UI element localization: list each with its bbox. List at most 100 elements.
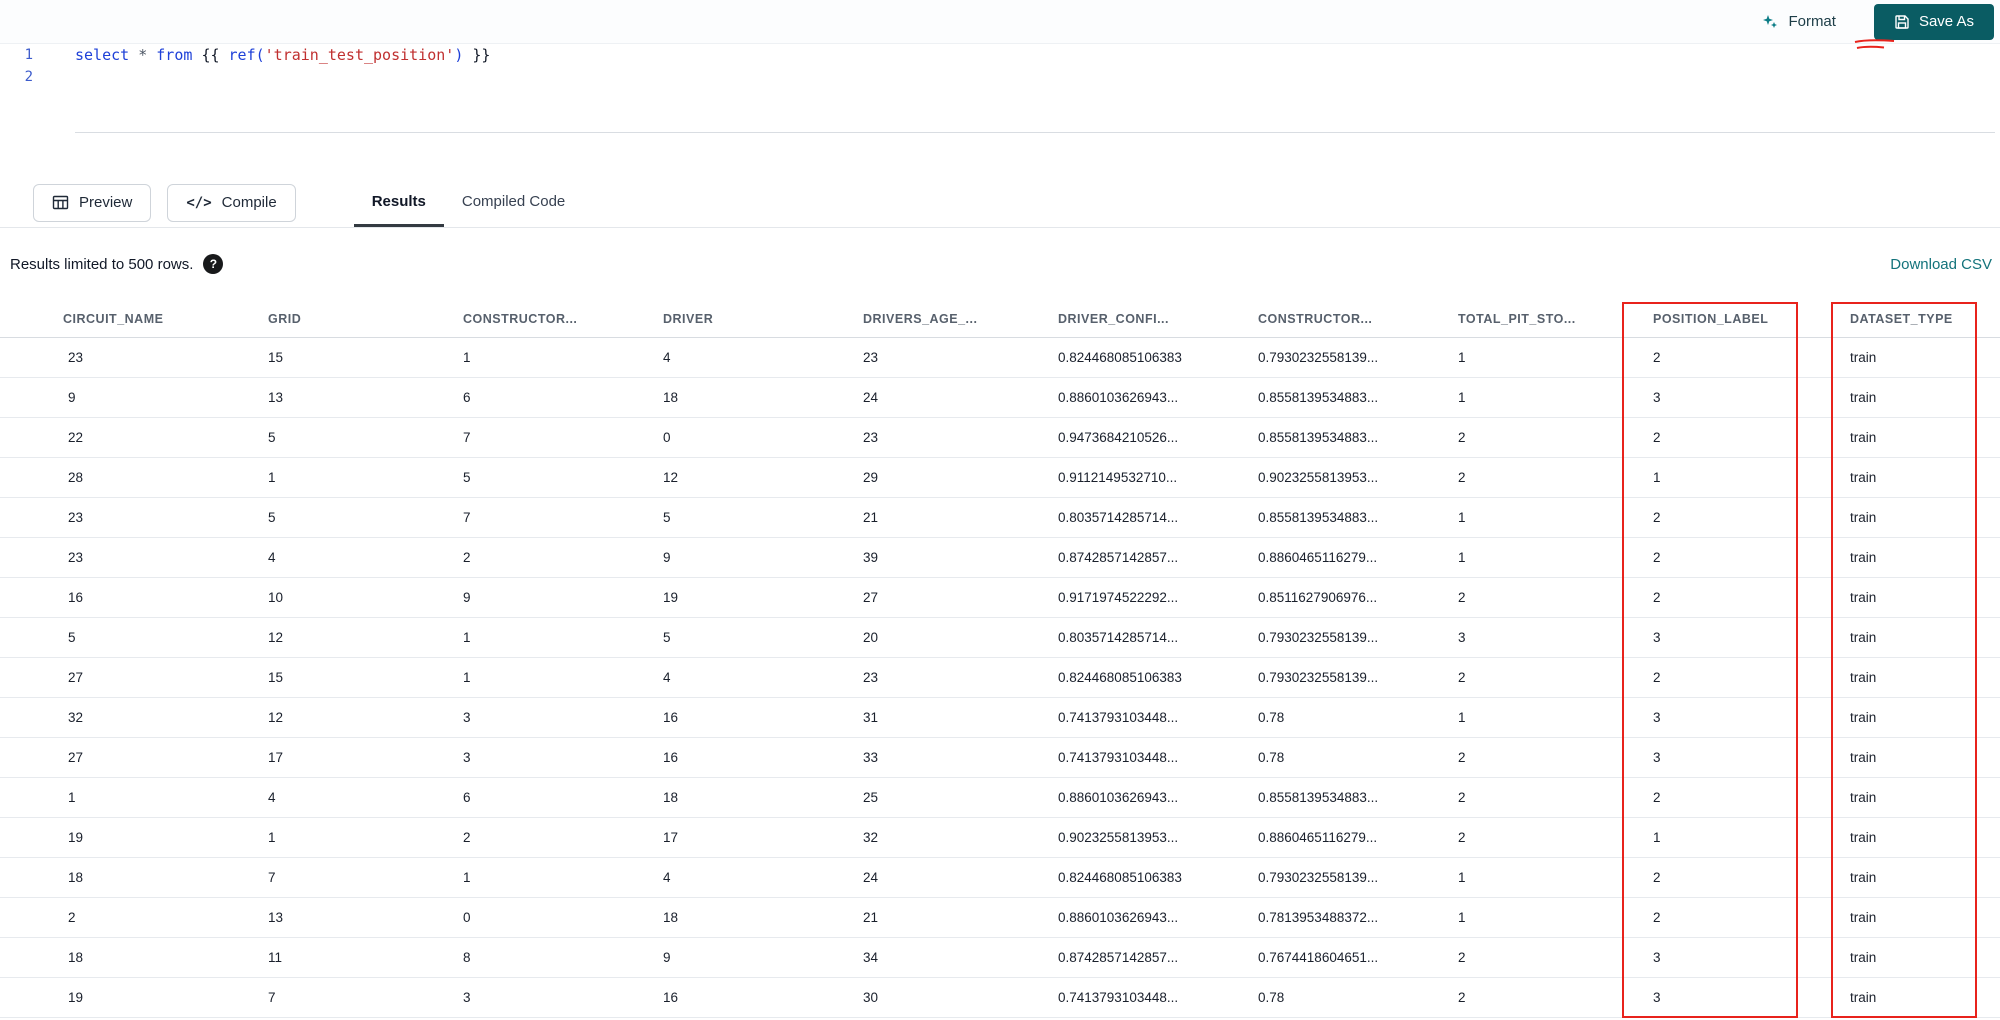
table-cell: 5	[68, 630, 76, 645]
table-cell: 19	[68, 990, 84, 1005]
table-cell: 0.78	[1258, 990, 1285, 1005]
table-cell: 19	[663, 590, 679, 605]
table-row: 23 5 7 5 21 0.8035714285714... 0.8558139534883…	[0, 498, 2000, 538]
table-cell: 0.8860103626943...	[1058, 910, 1179, 925]
tab-results[interactable]: Results	[353, 178, 444, 227]
table-cell: 0.9023255813953...	[1058, 830, 1179, 845]
table-cell: train	[1850, 630, 1877, 645]
table-cell: 1	[1653, 470, 1661, 485]
table-cell: 0	[663, 430, 671, 445]
table-cell: 33	[863, 750, 879, 765]
table-row: 16 10 9 19 27 0.9171974522292... 0.85116279069…	[0, 578, 2000, 618]
table-cell: 0.78	[1258, 750, 1285, 765]
table-cell: train	[1850, 870, 1877, 885]
table-cell: 24	[863, 390, 879, 405]
results-meta-row: Results limited to 500 rows. ? Download …	[0, 228, 2000, 300]
table-cell: 1	[1458, 910, 1466, 925]
preview-button[interactable]: Preview	[33, 183, 152, 222]
table-cell: 23	[68, 350, 84, 365]
table-row: 23 4 2 9 39 0.8742857142857... 0.8860465116279…	[0, 538, 2000, 578]
sql-editor[interactable]: 1 select * from {{ ref('train_test_posit…	[0, 44, 2000, 178]
table-cell: 3	[1653, 630, 1661, 645]
editor-buttons: Preview </> Compile	[33, 178, 296, 227]
table-cell: 1	[268, 470, 276, 485]
table-cell: 32	[68, 710, 84, 725]
table-row: 27 15 1 4 23 0.824468085106383 0.7930232558139…	[0, 658, 2000, 698]
code-token-star: *	[138, 46, 148, 64]
table-cell: 0.78	[1258, 710, 1285, 725]
table-cell: 12	[268, 630, 284, 645]
table-cell: 28	[68, 470, 84, 485]
save-as-label: Save As	[1918, 13, 1974, 30]
help-icon[interactable]: ?	[203, 254, 224, 274]
table-cell: 9	[68, 390, 76, 405]
column-header: DATASET_TYPE	[1850, 311, 1953, 326]
table-cell: 16	[663, 710, 679, 725]
table-cell: 39	[863, 550, 879, 565]
table-cell: 2	[1653, 350, 1661, 365]
table-cell: 4	[268, 550, 276, 565]
table-cell: 4	[663, 670, 671, 685]
table-cell: 1	[1458, 870, 1466, 885]
save-as-button[interactable]: Save As	[1873, 3, 1994, 40]
table-cell: 20	[863, 630, 879, 645]
table-cell: 12	[663, 470, 679, 485]
table-cell: 34	[863, 950, 879, 965]
table-cell: train	[1850, 790, 1877, 805]
table-cell: 24	[863, 870, 879, 885]
table-cell: 4	[268, 790, 276, 805]
results-tabs: Results Compiled Code	[353, 178, 584, 227]
table-cell: train	[1850, 470, 1877, 485]
table-cell: 27	[863, 590, 879, 605]
code-token-ref: ref(	[228, 46, 265, 64]
table-cell: 2	[1458, 590, 1466, 605]
topbar: Format Save As	[0, 0, 2000, 44]
table-cell: 0	[463, 910, 471, 925]
tab-compiled-code[interactable]: Compiled Code	[444, 178, 583, 227]
table-cell: 3	[1653, 710, 1661, 725]
table-cell: 21	[863, 510, 879, 525]
table-cell: 13	[268, 910, 284, 925]
table-cell: 3	[463, 750, 471, 765]
compile-button[interactable]: </> Compile	[167, 183, 296, 222]
editor-line-1[interactable]: 1 select * from {{ ref('train_test_posit…	[0, 44, 2000, 66]
table-cell: 1	[1458, 390, 1466, 405]
table-cell: 6	[463, 790, 471, 805]
table-cell: 23	[68, 510, 84, 525]
table-cell: 0.7930232558139...	[1258, 670, 1379, 685]
table-cell: train	[1850, 590, 1877, 605]
table-cell: 7	[268, 990, 276, 1005]
editor-line-2[interactable]: 2	[0, 66, 2000, 88]
table-row: 19 7 3 16 30 0.7413793103448... 0.78 2 3 train	[0, 978, 2000, 1018]
download-csv-link[interactable]: Download CSV	[1890, 256, 1992, 273]
table-cell: 3	[1653, 990, 1661, 1005]
results-table: CIRCUIT_NAME GRID CONSTRUCTOR... DRIVER DRIV…	[0, 300, 2000, 1018]
table-cell: 1	[1458, 510, 1466, 525]
table-cell: 0.8035714285714...	[1058, 630, 1179, 645]
table-cell: 17	[268, 750, 284, 765]
table-row: 9 13 6 18 24 0.8860103626943... 0.855813953488…	[0, 378, 2000, 418]
table-cell: 16	[663, 990, 679, 1005]
table-cell: 0.7930232558139...	[1258, 630, 1379, 645]
table-cell: 0.7413793103448...	[1058, 750, 1179, 765]
table-cell: 0.8742857142857...	[1058, 550, 1179, 565]
table-cell: 16	[68, 590, 84, 605]
table-row: 18 11 8 9 34 0.8742857142857... 0.767441860465…	[0, 938, 2000, 978]
column-header: DRIVER_CONFI...	[1058, 311, 1169, 326]
table-cell: 5	[663, 630, 671, 645]
table-cell: 0.824468085106383	[1058, 870, 1182, 885]
table-cell: 13	[268, 390, 284, 405]
table-cell: 27	[68, 670, 84, 685]
table-cell: 3	[463, 990, 471, 1005]
table-cell: 29	[863, 470, 879, 485]
table-cell: 3	[1653, 390, 1661, 405]
table-cell: 31	[863, 710, 879, 725]
table-cell: 23	[863, 670, 879, 685]
table-cell: 0.7930232558139...	[1258, 350, 1379, 365]
table-row: 28 1 5 12 29 0.9112149532710... 0.902325581395…	[0, 458, 2000, 498]
table-cell: 0.824468085106383	[1058, 670, 1182, 685]
table-cell: 2	[1458, 790, 1466, 805]
format-button[interactable]: Format	[1761, 13, 1836, 31]
table-cell: 2	[1653, 510, 1661, 525]
table-cell: train	[1850, 510, 1877, 525]
